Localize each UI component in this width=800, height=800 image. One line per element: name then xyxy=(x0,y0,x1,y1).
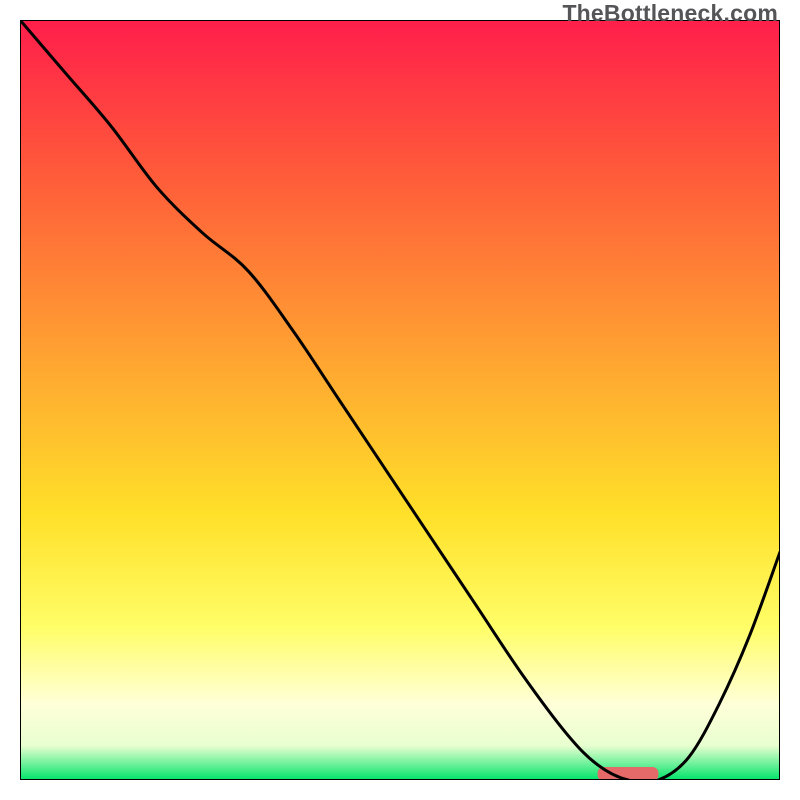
bottleneck-chart xyxy=(20,20,780,780)
chart-plot-area xyxy=(20,20,780,780)
optimal-range-marker xyxy=(598,767,659,780)
gradient-background xyxy=(20,20,780,780)
watermark-text: TheBottleneck.com xyxy=(562,0,778,27)
